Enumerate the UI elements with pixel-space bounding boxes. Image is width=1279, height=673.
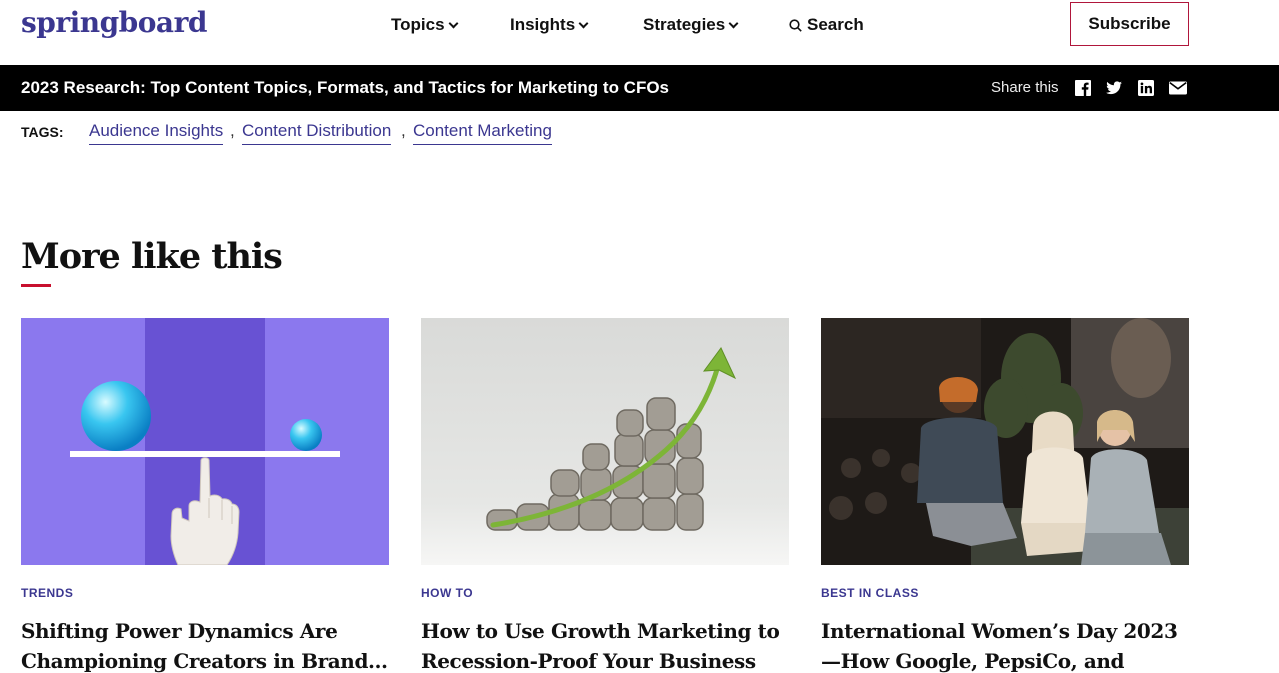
nav-insights-label: Insights: [510, 15, 576, 34]
nav-topics[interactable]: Topics: [391, 14, 458, 36]
card-category[interactable]: BEST IN CLASS: [821, 586, 919, 600]
search-icon: [789, 18, 802, 32]
chevron-down-icon: [448, 18, 458, 28]
section-underline: [21, 284, 51, 287]
tag-separator: ,: [401, 121, 406, 140]
nav-insights[interactable]: Insights: [510, 14, 589, 36]
search-label: Search: [807, 15, 864, 34]
card-title[interactable]: How to Use Growth Marketing to Recession…: [421, 616, 789, 673]
article-card[interactable]: HOW TO How to Use Growth Marketing to Re…: [421, 318, 789, 673]
nav-topics-label: Topics: [391, 15, 445, 34]
card-category[interactable]: TRENDS: [21, 586, 73, 600]
tag-audience-insights[interactable]: Audience Insights: [89, 121, 224, 145]
linkedin-icon[interactable]: [1137, 79, 1155, 97]
card-title[interactable]: International Women’s Day 2023—How Googl…: [821, 616, 1189, 673]
tag-content-marketing[interactable]: Content Marketing: [413, 121, 552, 145]
search-button[interactable]: Search: [789, 14, 864, 36]
growth-illustration: [421, 318, 789, 565]
card-image-panel[interactable]: [821, 318, 1189, 565]
article-card[interactable]: TRENDS Shifting Power Dynamics Are Champ…: [21, 318, 389, 673]
subscribe-button[interactable]: Subscribe: [1070, 2, 1189, 46]
card-image-growth[interactable]: [421, 318, 789, 565]
chevron-down-icon: [728, 18, 739, 28]
tags-label: TAGS:: [21, 124, 64, 140]
tag-separator: ,: [230, 121, 235, 140]
card-category[interactable]: HOW TO: [421, 586, 473, 600]
article-card[interactable]: BEST IN CLASS International Women’s Day …: [821, 318, 1189, 673]
facebook-icon[interactable]: [1074, 79, 1092, 97]
springboard-logo[interactable]: springboard: [21, 6, 207, 39]
twitter-icon[interactable]: [1105, 79, 1123, 97]
nav-strategies[interactable]: Strategies: [643, 14, 739, 36]
article-bar: 2023 Research: Top Content Topics, Forma…: [0, 65, 1279, 111]
card-title[interactable]: Shifting Power Dynamics Are Championing …: [21, 616, 389, 673]
nav-strategies-label: Strategies: [643, 15, 726, 34]
email-icon[interactable]: [1168, 79, 1188, 97]
site-header: springboard Topics Insights Strategies S…: [0, 0, 1279, 65]
panel-photo-illustration: [821, 318, 1189, 565]
article-title: 2023 Research: Top Content Topics, Forma…: [21, 78, 670, 97]
tag-content-distribution[interactable]: Content Distribution: [242, 121, 392, 145]
section-title: More like this: [21, 236, 283, 277]
card-image-balance[interactable]: [21, 318, 389, 565]
balance-illustration: [21, 318, 389, 565]
chevron-down-icon: [578, 18, 589, 28]
share-label: Share this: [991, 79, 1059, 96]
